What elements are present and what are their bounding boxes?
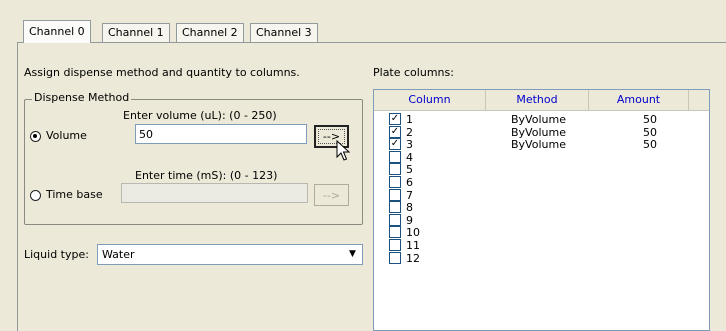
row-column-number: 2	[406, 125, 413, 139]
volume-input[interactable]	[135, 124, 307, 144]
time-radio[interactable]	[30, 190, 41, 201]
row-column-number: 8	[406, 201, 413, 215]
column-checkbox[interactable]	[389, 213, 401, 226]
liquid-type-value: Water	[102, 248, 135, 261]
row-column-number: 6	[406, 176, 413, 189]
tab-channel-2[interactable]: Channel 2	[176, 23, 244, 42]
list-item[interactable]: 7	[374, 188, 709, 202]
column-checkbox[interactable]	[389, 188, 401, 201]
tab-label: Channel 3	[256, 26, 312, 39]
list-item[interactable]: 10	[374, 226, 709, 239]
instructions-label: Assign dispense method and quantity to c…	[24, 66, 300, 79]
column-checkbox[interactable]	[389, 226, 401, 239]
button-label: -->	[322, 189, 341, 202]
checkmark-icon: ✓	[390, 138, 400, 150]
row-amount: 50	[643, 125, 657, 139]
tab-channel-0[interactable]: Channel 0	[23, 20, 91, 43]
column-header-amount[interactable]: Amount	[589, 90, 689, 110]
checkmark-icon: ✓	[390, 125, 400, 137]
tab-label: Channel 1	[108, 26, 164, 39]
volume-radio[interactable]	[30, 131, 41, 142]
plate-columns-list[interactable]: Column Method Amount ✓ 1 ByVolume 50 ✓ 2 ByVol…	[373, 89, 710, 331]
tab-label: Channel 2	[182, 26, 238, 39]
list-item[interactable]: 12	[374, 251, 709, 265]
row-method: ByVolume	[511, 113, 566, 126]
list-item[interactable]: ✓ 2 ByVolume 50	[374, 125, 709, 139]
tab-channel-1[interactable]: Channel 1	[102, 23, 170, 42]
list-item[interactable]: 8	[374, 201, 709, 214]
time-prompt: Enter time (mS): (0 - 123)	[135, 169, 278, 182]
row-column-number: 3	[406, 138, 413, 152]
list-item[interactable]: 4	[374, 150, 709, 164]
column-header-method[interactable]: Method	[486, 90, 589, 110]
liquid-type-label: Liquid type:	[24, 248, 89, 261]
row-method: ByVolume	[511, 138, 566, 152]
column-checkbox[interactable]	[389, 239, 401, 251]
row-column-number: 10	[406, 226, 420, 240]
list-item[interactable]: 5	[374, 163, 709, 176]
list-item[interactable]: 11	[374, 239, 709, 252]
row-amount: 50	[643, 113, 657, 126]
row-column-number: 4	[406, 150, 413, 164]
dispense-method-title: Dispense Method	[32, 91, 132, 104]
row-column-number: 9	[406, 213, 413, 227]
list-item[interactable]: 6	[374, 176, 709, 189]
row-column-number: 12	[406, 251, 420, 265]
time-input[interactable]	[121, 183, 308, 203]
row-column-number: 1	[406, 113, 413, 126]
row-column-number: 7	[406, 188, 413, 202]
tab-label: Channel 0	[29, 25, 85, 38]
apply-time-button[interactable]: -->	[314, 184, 349, 206]
list-item[interactable]: ✓ 3 ByVolume 50	[374, 138, 709, 151]
list-item[interactable]: ✓ 1 ByVolume 50	[374, 113, 709, 126]
volume-radio-label[interactable]: Volume	[46, 129, 87, 142]
radio-selected-dot	[33, 134, 37, 138]
tab-channel-3[interactable]: Channel 3	[250, 23, 318, 42]
row-column-number: 5	[406, 163, 413, 177]
column-checkbox[interactable]	[389, 163, 401, 176]
column-checkbox[interactable]: ✓	[389, 125, 401, 138]
list-header: Column Method Amount	[374, 90, 709, 111]
volume-prompt: Enter volume (uL): (0 - 250)	[123, 109, 277, 122]
list-item[interactable]: 9	[374, 213, 709, 227]
liquid-type-select[interactable]: Water ▼	[97, 244, 363, 265]
row-method: ByVolume	[511, 125, 566, 139]
row-amount: 50	[643, 138, 657, 152]
mouse-pointer-icon	[336, 140, 351, 161]
time-radio-label[interactable]: Time base	[46, 188, 103, 201]
chevron-down-icon[interactable]: ▼	[345, 247, 360, 262]
column-checkbox[interactable]: ✓	[389, 113, 401, 125]
column-checkbox[interactable]: ✓	[389, 138, 401, 151]
plate-columns-label: Plate columns:	[373, 66, 454, 79]
checkmark-icon: ✓	[390, 113, 400, 124]
column-checkbox[interactable]	[389, 251, 401, 264]
column-header-column[interactable]: Column	[374, 90, 486, 110]
column-checkbox[interactable]	[389, 176, 401, 188]
column-checkbox[interactable]	[389, 150, 401, 163]
column-checkbox[interactable]	[389, 201, 401, 214]
row-column-number: 11	[406, 239, 420, 252]
